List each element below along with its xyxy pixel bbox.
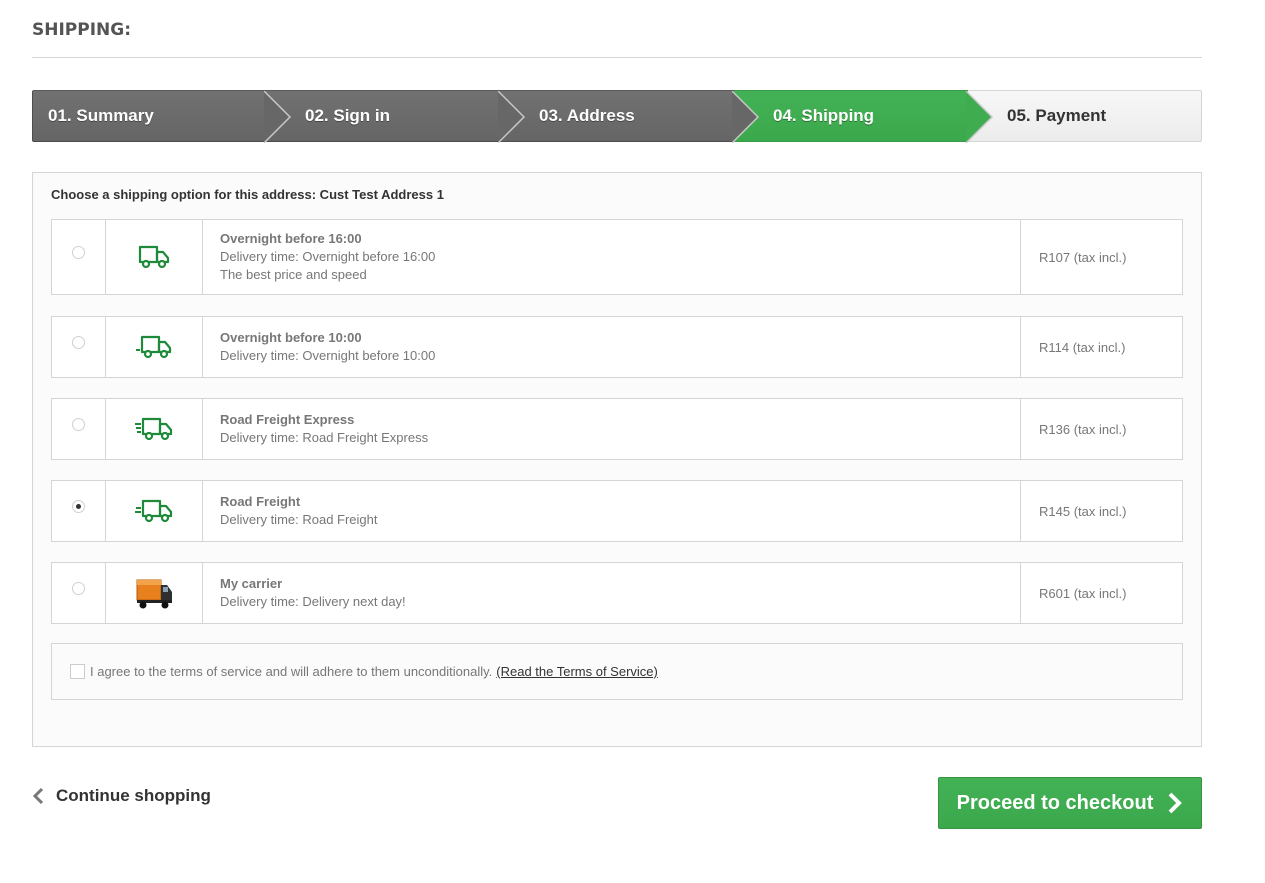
carrier-name: My carrier (220, 576, 283, 591)
checkout-label: Proceed to checkout (956, 791, 1154, 814)
terms-link[interactable]: (Read the Terms of Service) (496, 664, 658, 679)
fast-truck-icon (135, 499, 173, 523)
delivery-option[interactable]: Road Freight Express Delivery time: Road… (51, 398, 1183, 460)
carrier-name: Road Freight (220, 494, 301, 509)
terms-checkbox[interactable] (70, 664, 85, 679)
delivery-option[interactable]: Overnight before 10:00 Delivery time: Ov… (51, 316, 1183, 378)
delivery-option[interactable]: My carrier Delivery time: Delivery next … (51, 562, 1183, 624)
continue-shopping-button[interactable]: Continue shopping (32, 786, 211, 806)
moving-truck-icon (136, 335, 172, 359)
delivery-time: Delivery time: Overnight before 10:00 (220, 348, 436, 363)
step-payment: 05. Payment (968, 90, 1202, 142)
delivery-option[interactable]: Road Freight Delivery time: Road Freight… (51, 480, 1183, 542)
carrier-name: Overnight before 16:00 (220, 231, 362, 246)
carrier-note: The best price and speed (220, 267, 367, 282)
step-label: 04. Shipping (773, 106, 875, 125)
carrier-name: Overnight before 10:00 (220, 330, 362, 345)
chevron-right-icon (1168, 792, 1183, 814)
step-label: 03. Address (539, 106, 635, 125)
address-title: Choose a shipping option for this addres… (51, 187, 444, 202)
carrier-truck-image (136, 579, 172, 609)
step-label: 01. Summary (48, 106, 154, 125)
delivery-truck-icon (138, 245, 170, 269)
checkout-steps: 01. Summary 02. Sign in 03. Address 04. … (32, 90, 1202, 143)
delivery-time: Delivery time: Road Freight Express (220, 430, 429, 445)
step-address[interactable]: 03. Address (500, 90, 760, 143)
delivery-time: Delivery time: Overnight before 16:00 (220, 249, 436, 264)
terms-box: I agree to the terms of service and will… (51, 643, 1183, 700)
continue-shopping-label: Continue shopping (56, 786, 211, 805)
delivery-radio[interactable] (72, 417, 85, 431)
delivery-radio[interactable] (72, 581, 85, 595)
step-label: 02. Sign in (305, 106, 391, 125)
page-title: SHIPPING: (32, 20, 1202, 58)
delivery-price: R114 (tax incl.) (1039, 339, 1126, 355)
chevron-left-icon (32, 787, 44, 805)
carrier-name: Road Freight Express (220, 412, 355, 427)
delivery-radio[interactable] (72, 335, 85, 349)
delivery-price: R136 (tax incl.) (1039, 421, 1127, 437)
delivery-price: R145 (tax incl.) (1039, 503, 1127, 519)
delivery-price: R601 (tax incl.) (1039, 585, 1127, 601)
delivery-radio[interactable] (72, 499, 85, 513)
step-summary[interactable]: 01. Summary (32, 90, 292, 143)
delivery-time: Delivery time: Road Freight (220, 512, 378, 527)
step-shipping: 04. Shipping (734, 90, 994, 143)
fast-truck-icon (135, 417, 173, 441)
step-sign-in[interactable]: 02. Sign in (266, 90, 526, 143)
step-label: 05. Payment (1007, 106, 1107, 125)
delivery-time: Delivery time: Delivery next day! (220, 594, 406, 609)
delivery-radio[interactable] (72, 245, 85, 259)
terms-text: I agree to the terms of service and will… (90, 664, 493, 679)
delivery-option[interactable]: Overnight before 16:00 Delivery time: Ov… (51, 219, 1183, 295)
delivery-price: R107 (tax incl.) (1039, 249, 1127, 265)
delivery-options-box: Choose a shipping option for this addres… (32, 172, 1202, 747)
proceed-to-checkout-button[interactable]: Proceed to checkout (938, 777, 1202, 829)
